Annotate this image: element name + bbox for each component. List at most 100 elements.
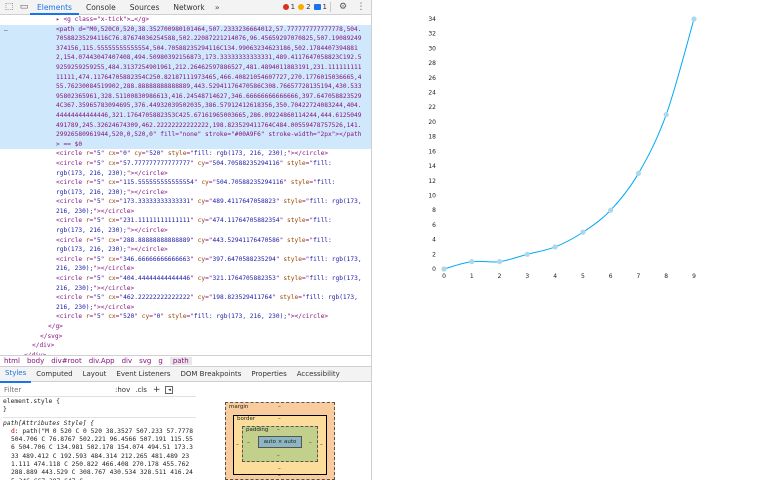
selected-path-markup: <path d="M0,520C0,520,38.352700980101464… bbox=[56, 25, 362, 148]
dom-line-x-tick-group[interactable]: ▸ <g class="x-tick">…</g> bbox=[0, 15, 371, 25]
styles-separator bbox=[3, 416, 196, 418]
padding-label: padding bbox=[246, 427, 269, 433]
dom-line-closing-tag[interactable]: </g> bbox=[0, 322, 371, 332]
info-badge[interactable]: 1 bbox=[313, 3, 327, 11]
dom-line-circle[interactable]: <circle r="5" cx="57.777777777777777" cy… bbox=[0, 159, 371, 178]
tab-console[interactable]: Console bbox=[79, 0, 123, 15]
warning-icon bbox=[298, 4, 305, 10]
subtab-styles[interactable]: Styles bbox=[0, 366, 32, 383]
x-tick-label: 1 bbox=[470, 273, 474, 280]
dom-line-circle[interactable]: <circle r="5" cx="462.22222222222222" cy… bbox=[0, 293, 371, 312]
dom-line-circle[interactable]: <circle r="5" cx="346.66666666666663" cy… bbox=[0, 255, 371, 274]
error-icon bbox=[282, 4, 289, 10]
subtab-properties[interactable]: Properties bbox=[246, 367, 291, 382]
y-tick-label: 28 bbox=[428, 60, 436, 67]
border-right-value: – bbox=[320, 442, 323, 448]
y-tick-label: 34 bbox=[428, 16, 436, 23]
breadcrumb-item[interactable]: div.App bbox=[89, 357, 115, 365]
data-point bbox=[441, 266, 447, 272]
y-tick-label: 26 bbox=[428, 75, 436, 82]
data-point bbox=[469, 259, 475, 265]
d-property[interactable]: d: path("M 0 520 C 0 520 38.3527 507.233… bbox=[3, 428, 196, 480]
y-tick-label: 18 bbox=[428, 134, 436, 141]
border-bottom-value: – bbox=[278, 466, 281, 472]
data-point bbox=[580, 229, 586, 235]
d-property-value: path("M 0 520 C 0 520 38.3527 507.233 57… bbox=[11, 427, 193, 480]
breadcrumb: html body div#root div.App div svg g path bbox=[0, 355, 371, 367]
device-toolbar-icon[interactable]: ▭ bbox=[18, 1, 30, 13]
breadcrumb-item[interactable]: g bbox=[158, 357, 162, 365]
subtab-accessibility[interactable]: Accessibility bbox=[292, 367, 345, 382]
styles-filter-input[interactable] bbox=[0, 385, 110, 394]
selected-line-ellipsis[interactable]: … bbox=[4, 25, 8, 35]
data-point bbox=[524, 251, 530, 257]
dom-line-circle[interactable]: <circle r="5" cx="115.555555555555554" c… bbox=[0, 178, 371, 197]
y-tick-label: 0 bbox=[432, 266, 436, 273]
tab-elements[interactable]: Elements bbox=[30, 0, 79, 15]
subtab-computed[interactable]: Computed bbox=[31, 367, 77, 382]
x-tick-label: 7 bbox=[637, 273, 641, 280]
y-tick-label: 30 bbox=[428, 45, 436, 52]
breadcrumb-item[interactable]: svg bbox=[139, 357, 151, 365]
x-tick-label: 0 bbox=[442, 273, 446, 280]
box-model-content[interactable]: auto × auto bbox=[258, 436, 302, 448]
data-point bbox=[635, 170, 642, 177]
element-style-open[interactable]: element.style { bbox=[3, 398, 196, 406]
breadcrumb-item[interactable]: div#root bbox=[51, 357, 81, 365]
subtab-dom-breakpoints[interactable]: DOM Breakpoints bbox=[176, 367, 247, 382]
attributes-style-selector: path[Attributes Style] { bbox=[3, 419, 94, 427]
box-model-padding[interactable]: padding – – – – auto × auto bbox=[242, 426, 318, 462]
dom-line-circle[interactable]: <circle r="5" cx="288.88888888888889" cy… bbox=[0, 236, 371, 255]
data-point bbox=[552, 244, 558, 250]
warning-badge[interactable]: 2 bbox=[298, 3, 311, 11]
breadcrumb-item[interactable]: html bbox=[4, 357, 20, 365]
box-model-border[interactable]: border – – – – padding – – – – auto × au… bbox=[233, 415, 327, 475]
breadcrumb-item[interactable]: div bbox=[122, 357, 133, 365]
info-icon bbox=[313, 4, 321, 10]
dom-line-circle[interactable]: <circle r="5" cx="173.33333333333331" cy… bbox=[0, 197, 371, 216]
x-tick-label: 2 bbox=[498, 273, 502, 280]
data-point bbox=[608, 207, 614, 213]
dom-line-closing-tag[interactable]: </div> bbox=[0, 341, 371, 351]
tab-network[interactable]: Network bbox=[166, 0, 211, 15]
y-tick-label: 6 bbox=[432, 222, 436, 229]
hover-state-button[interactable]: :hov bbox=[115, 386, 130, 394]
class-toggle-button[interactable]: .cls bbox=[135, 386, 147, 394]
y-tick-label: 20 bbox=[428, 119, 436, 126]
dom-line-closing-tag[interactable]: </svg> bbox=[0, 332, 371, 342]
tab-sources[interactable]: Sources bbox=[123, 0, 167, 15]
data-point bbox=[496, 259, 503, 265]
breadcrumb-item[interactable]: path bbox=[169, 357, 192, 365]
kebab-menu-icon[interactable]: ⋮ bbox=[355, 1, 367, 13]
y-tick-label: 14 bbox=[428, 163, 436, 170]
border-top-value: – bbox=[278, 416, 281, 422]
sidebar-subtabs: Styles Computed Layout Event Listeners DOM B… bbox=[0, 366, 371, 383]
computed-sidebar-toggle-icon[interactable]: ◂ bbox=[165, 385, 174, 394]
dom-line-circle[interactable]: <circle r="5" cx="0" cy="520" style="fil… bbox=[0, 149, 371, 159]
error-badge[interactable]: 1 bbox=[282, 3, 295, 11]
new-rule-button[interactable]: + bbox=[153, 385, 161, 395]
subtab-event-listeners[interactable]: Event Listeners bbox=[111, 367, 175, 382]
box-model-margin[interactable]: margin – – border – – – – padding – – – … bbox=[225, 402, 335, 480]
y-tick-label: 24 bbox=[428, 90, 436, 97]
x-tick-label: 4 bbox=[553, 273, 557, 280]
dom-line-circle[interactable]: <circle r="5" cx="231.11111111111111" cy… bbox=[0, 216, 371, 235]
inspect-element-icon[interactable]: ⬚ bbox=[3, 1, 15, 13]
data-point bbox=[663, 111, 669, 118]
data-point bbox=[691, 16, 697, 22]
y-tick-label: 10 bbox=[428, 192, 436, 199]
styles-filter-bar: :hov .cls + ◂ bbox=[0, 383, 196, 397]
rendered-page: 0 2 4 6 8 10 12 14 16 18 20 22 24 26 28 30 32 34 0 1 2 3 4 5 6 7 8… bbox=[372, 0, 768, 480]
subtab-layout[interactable]: Layout bbox=[78, 367, 112, 382]
element-style-close: } bbox=[3, 406, 7, 414]
gear-icon[interactable]: ⚙ bbox=[337, 1, 349, 13]
breadcrumb-item[interactable]: body bbox=[27, 357, 44, 365]
dom-line-circle[interactable]: <circle r="5" cx="404.44444444444446" cy… bbox=[0, 274, 371, 293]
info-count: 1 bbox=[322, 3, 327, 11]
padding-top-value: – bbox=[277, 427, 280, 433]
dom-tree: ▸ <g class="x-tick">…</g>… <path d="M0,52… bbox=[0, 15, 371, 355]
dom-line-selected-path[interactable]: … <path d="M0,520C0,520,38.35270098010146… bbox=[0, 24, 371, 150]
y-tick-label: 16 bbox=[428, 148, 436, 155]
more-tabs-button[interactable]: » bbox=[212, 3, 223, 12]
dom-line-circle[interactable]: <circle r="5" cx="520" cy="0" style="fil… bbox=[0, 312, 371, 322]
